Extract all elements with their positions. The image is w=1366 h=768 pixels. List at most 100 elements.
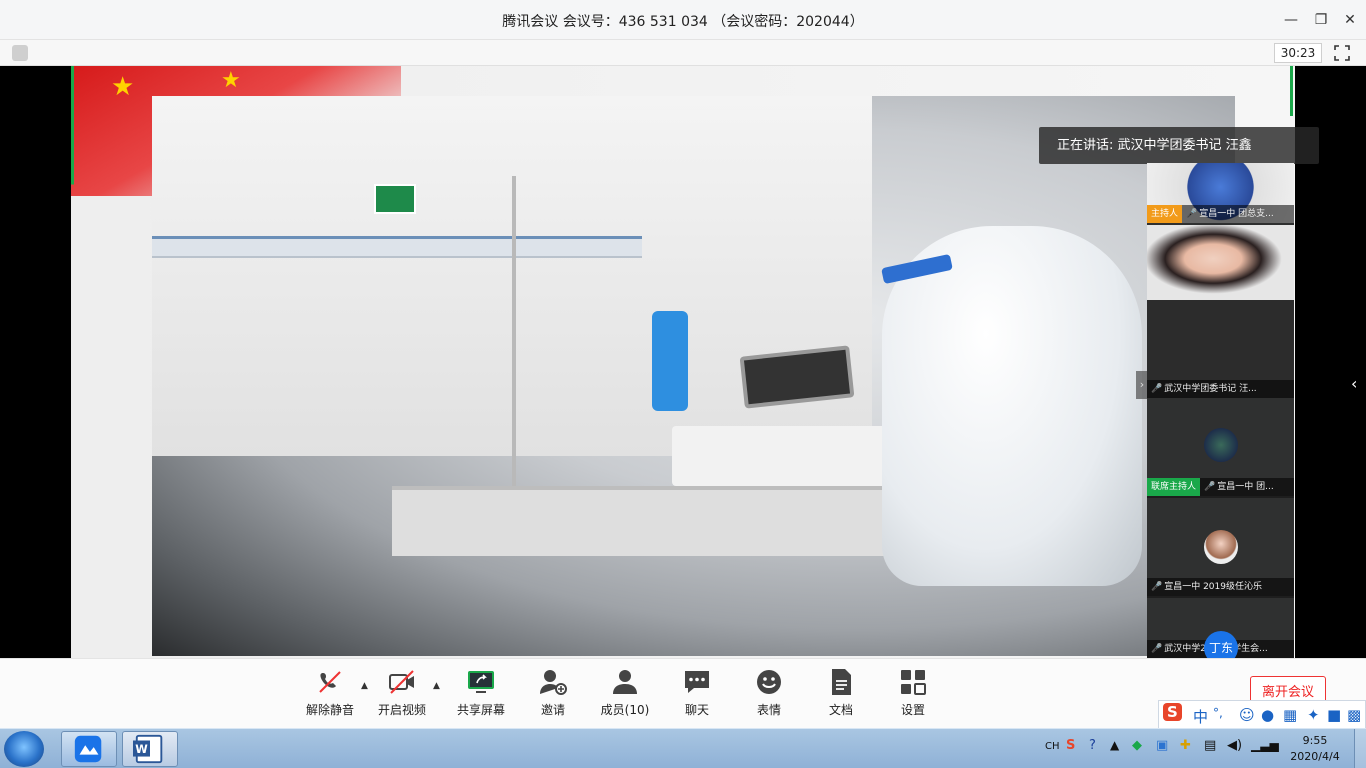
windows-taskbar: W CH S ? ▲ ◆ ▣ ✚ ▤ ◀) ▁▃▅ 9:55 2020/4/4: [0, 728, 1366, 768]
clock-date: 2020/4/4: [1290, 750, 1340, 763]
ime-lang[interactable]: 中: [1193, 706, 1208, 727]
mic-muted-icon: 🎤: [1151, 582, 1163, 592]
tray-app-icon[interactable]: ✚: [1180, 738, 1191, 753]
avatar: [1204, 428, 1238, 462]
participant-tile-3[interactable]: 联席主持人 🎤 宣昌一中 团...: [1147, 398, 1294, 498]
ime-skin-icon[interactable]: ■: [1327, 706, 1341, 724]
ime-keyboard-icon[interactable]: ▦: [1283, 706, 1297, 724]
mute-options-caret[interactable]: ▲: [361, 681, 368, 691]
show-desktop-button[interactable]: [1354, 729, 1366, 768]
mic-icon: 🎤: [1186, 209, 1198, 219]
tray-signal-icon[interactable]: ▁▃▅: [1251, 738, 1279, 752]
participant-video-2: [1147, 225, 1294, 300]
emoji-icon: [757, 670, 781, 694]
participant-label: 🎤 宣昌一中 2019级任沁乐: [1147, 578, 1294, 596]
mic-off-icon: [319, 671, 341, 693]
share-screen-icon: [468, 671, 494, 693]
share-screen-button[interactable]: 共享屏幕: [451, 667, 511, 723]
settings-grid-icon: [901, 670, 926, 695]
members-icon: [613, 670, 637, 694]
participant-name: 宣昌一中 2019级任沁乐: [1164, 582, 1262, 592]
settings-button[interactable]: 设置: [883, 667, 943, 723]
word-icon: W: [133, 734, 163, 764]
meeting-stage: ★ ★ 正在讲话: 武汉中学团委书记 汪鑫 › 主持人 🎤 宣昌一中 团总支..…: [0, 66, 1366, 665]
clock-time: 9:55: [1302, 734, 1328, 747]
mic-muted-icon: 🎤: [1151, 644, 1163, 654]
video-rail: [152, 236, 642, 258]
tray-device-icon[interactable]: ▤: [1204, 738, 1216, 753]
document-icon: [832, 669, 851, 695]
participant-tile-2[interactable]: 🎤 武汉中学团委书记 汪...: [1147, 298, 1294, 398]
svg-text:W: W: [135, 742, 148, 756]
tencent-meeting-icon: [74, 735, 102, 763]
participant-label: 联席主持人 🎤 宣昌一中 团...: [1147, 478, 1294, 496]
restore-button[interactable]: ❐: [1308, 8, 1334, 32]
info-bar: 30:23: [0, 40, 1366, 66]
taskbar-word-app[interactable]: W: [122, 731, 178, 767]
share-border-right: [1290, 66, 1293, 116]
participant-label: 主持人 🎤 宣昌一中 团总支...: [1147, 205, 1294, 223]
tray-arrow-icon[interactable]: ▲: [1110, 738, 1119, 752]
share-border-left: [71, 66, 74, 658]
chat-button[interactable]: 聊天: [667, 667, 727, 723]
video-options-caret[interactable]: ▲: [433, 681, 440, 691]
avatar: [1204, 530, 1238, 564]
video-sign: [374, 184, 416, 214]
taskbar-meeting-app[interactable]: [61, 731, 117, 767]
cohost-badge: 联席主持人: [1147, 478, 1201, 496]
chat-icon: [685, 671, 709, 693]
tray-help-icon[interactable]: ?: [1089, 738, 1096, 753]
ime-punct[interactable]: °,: [1213, 706, 1223, 720]
mic-icon: 🎤: [1151, 384, 1163, 394]
unmute-label: 解除静音: [305, 703, 354, 717]
window-title: 腾讯会议 会议号：436 531 034 （会议密码：202044）: [502, 14, 864, 30]
minimize-button[interactable]: —: [1278, 8, 1304, 32]
video-off-icon: [389, 670, 414, 694]
ime-grid-icon[interactable]: ▩: [1347, 706, 1361, 724]
participant-strip: 主持人 🎤 宣昌一中 团总支... 🎤 武汉中学团委书记 汪... 联席主持人 🎤 宣昌一…: [1147, 163, 1294, 665]
tray-lang[interactable]: CH: [1045, 741, 1060, 752]
shared-video: [152, 96, 1235, 656]
video-label: 开启视频: [377, 703, 426, 717]
ime-tools-icon[interactable]: ✦: [1307, 706, 1320, 724]
emoji-label: 表情: [756, 703, 781, 717]
docs-label: 文档: [828, 703, 853, 717]
invite-button[interactable]: 邀请: [523, 667, 583, 723]
tray-sogou-icon[interactable]: S: [1066, 738, 1075, 753]
fullscreen-icon[interactable]: [1334, 45, 1350, 61]
title-bar: 腾讯会议 会议号：436 531 034 （会议密码：202044） — ❐ ✕: [0, 0, 1366, 40]
ime-emoji-icon[interactable]: ☺: [1239, 706, 1255, 724]
participant-name: 宣昌一中 团总支...: [1199, 209, 1274, 219]
start-video-button[interactable]: 开启视频: [372, 667, 432, 723]
start-button[interactable]: [4, 731, 44, 767]
chevron-left-icon[interactable]: ‹: [1351, 374, 1357, 393]
meeting-timer: 30:23: [1274, 43, 1322, 63]
docs-button[interactable]: 文档: [811, 667, 871, 723]
shield-icon[interactable]: [12, 45, 28, 61]
chat-label: 聊天: [684, 703, 709, 717]
close-button[interactable]: ✕: [1337, 8, 1363, 32]
unmute-button[interactable]: 解除静音: [300, 667, 360, 723]
participant-tile[interactable]: 主持人 🎤 宣昌一中 团总支...: [1147, 163, 1294, 300]
tray-network-app-icon[interactable]: ▣: [1156, 738, 1168, 753]
sogou-logo-icon[interactable]: S: [1163, 703, 1182, 721]
video-pole: [512, 176, 516, 496]
participant-tile-4[interactable]: 🎤 宣昌一中 2019级任沁乐: [1147, 498, 1294, 598]
ime-voice-icon[interactable]: ●: [1261, 706, 1274, 724]
invite-label: 邀请: [540, 703, 565, 717]
members-button[interactable]: 成员(10): [595, 667, 655, 723]
tray-shield-icon[interactable]: ◆: [1132, 738, 1142, 753]
taskbar-clock[interactable]: 9:55 2020/4/4: [1286, 733, 1344, 765]
participant-label: 🎤 武汉中学团委书记 汪...: [1147, 380, 1294, 398]
tray-volume-icon[interactable]: ◀): [1227, 738, 1242, 753]
participant-name: 宣昌一中 团...: [1217, 482, 1274, 492]
speaking-indicator: 正在讲话: 武汉中学团委书记 汪鑫: [1039, 127, 1319, 164]
add-user-icon: [540, 670, 567, 695]
host-badge: 主持人: [1147, 205, 1183, 223]
emoji-button[interactable]: 表情: [739, 667, 799, 723]
share-label: 共享屏幕: [456, 703, 505, 717]
video-worker: [882, 226, 1142, 586]
members-label: 成员(10): [600, 703, 650, 717]
video-bottle: [652, 311, 688, 411]
participant-name: 武汉中学团委书记 汪...: [1164, 384, 1257, 394]
